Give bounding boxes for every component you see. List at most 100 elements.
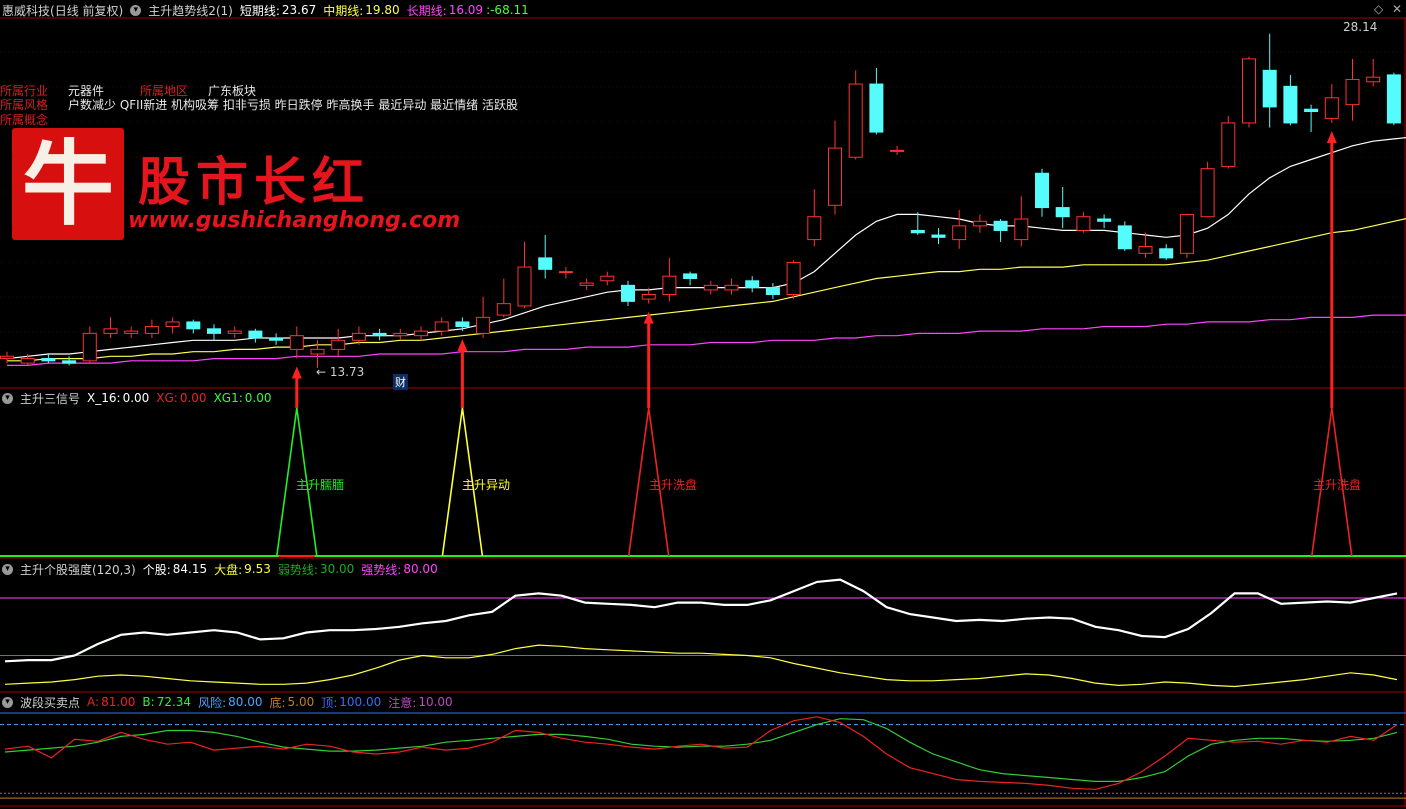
candle-body <box>434 321 449 332</box>
finance-marker[interactable]: 财 <box>393 374 408 390</box>
stock-strength-label: 个股: <box>142 562 171 577</box>
risk-value: 80.00 <box>228 695 263 709</box>
short-value: 23.67 <box>281 3 317 17</box>
xg1-value: 0.00 <box>244 391 272 405</box>
stock-name: 惠威科技 <box>2 3 51 18</box>
candle-body <box>807 216 822 241</box>
bottom-value: 5.00 <box>287 695 315 709</box>
top-label: 顶: <box>321 695 338 710</box>
candle-body <box>227 330 242 334</box>
panel3-title: 主升个股强度(120,3) <box>20 562 136 577</box>
x16-value: 0.00 <box>122 391 150 405</box>
candle-body <box>952 225 967 241</box>
candle-body <box>331 339 346 350</box>
candle-body <box>703 284 718 291</box>
short-label: 短期线: <box>239 3 280 18</box>
a-value: 81.00 <box>101 695 136 709</box>
candle-body <box>269 337 284 341</box>
strong-value: 80.00 <box>403 562 438 576</box>
market-value: 9.53 <box>244 562 271 576</box>
candle-body <box>1200 168 1215 218</box>
candle-body <box>972 220 987 227</box>
indicator-menu-icon[interactable]: ▾ <box>130 4 142 16</box>
candle-body <box>124 330 139 334</box>
candle-body <box>786 261 801 296</box>
candle-body <box>1138 245 1153 254</box>
signal-arrow-head <box>1326 130 1337 143</box>
candle-body <box>828 147 842 206</box>
close-panel-icon[interactable]: ✕ <box>1392 2 1402 16</box>
candle-body <box>745 280 760 289</box>
xg1-label: XG1: <box>213 391 243 405</box>
header-bar: 惠威科技 (日线 前复权) ▾ 主升趋势线2(1) 短期线: 23.67 中期线… <box>2 3 529 18</box>
candle-body <box>1076 216 1091 231</box>
logo-badge: 牛 <box>12 128 124 240</box>
candle-body <box>993 220 1008 231</box>
candle-body <box>558 271 573 274</box>
strong-label: 强势线: <box>361 562 402 577</box>
high-price-label: 28.14 <box>1343 20 1378 34</box>
xg-label: XG: <box>156 391 178 405</box>
indicator-name: 主升趋势线2(1) <box>148 3 233 18</box>
panel3-menu-icon[interactable]: ▾ <box>2 563 13 575</box>
candle-body <box>1117 225 1132 250</box>
mid-label: 中期线: <box>323 3 364 18</box>
style-value: 户数减少 QFII新进 机构吸筹 扣非亏损 昨日跌停 昨高换手 最近异动 最近情… <box>68 98 518 112</box>
long-value: 16.09 <box>448 3 484 17</box>
logo-name: 股市长红 <box>138 152 371 213</box>
ma-long-line <box>7 314 1406 366</box>
logo-url: www.gushichanghong.com <box>128 208 461 233</box>
candle-body <box>1221 122 1236 167</box>
signal-arrow-head <box>291 366 302 379</box>
candle-body <box>724 284 739 291</box>
candle-body <box>496 303 511 316</box>
panel4-header: ▾ 波段买卖点 A: 81.00 B: 72.34 风险: 80.00 底: 5… <box>2 695 453 710</box>
top-value: 100.00 <box>339 695 382 709</box>
candle-body <box>931 234 946 238</box>
candle-body <box>1159 248 1174 259</box>
xg-value: 0.00 <box>179 391 207 405</box>
candle-body <box>476 316 491 334</box>
candle-body <box>1262 69 1277 108</box>
signal-arrow-head <box>457 339 468 352</box>
candle-body <box>455 321 470 328</box>
candle-body <box>289 335 304 350</box>
candle-body <box>82 332 97 362</box>
risk-label: 风险: <box>198 695 227 710</box>
candle-body <box>1179 213 1194 254</box>
panel4-title: 波段买卖点 <box>20 695 81 710</box>
low-price-value: 13.73 <box>329 365 365 379</box>
candle-body <box>372 332 387 337</box>
panel2-menu-icon[interactable]: ▾ <box>2 392 13 404</box>
bottom-label: 底: <box>269 695 286 710</box>
signal-label-3: 主升洗盘 <box>649 478 698 492</box>
b-label: B: <box>142 695 155 709</box>
panel3-header: ▾ 主升个股强度(120,3) 个股: 84.15 大盘: 9.53 弱势线: … <box>2 562 438 577</box>
candle-body <box>207 328 221 334</box>
panel2-title: 主升三信号 <box>20 391 81 406</box>
candle-body <box>869 83 884 133</box>
candle-body <box>1386 74 1401 124</box>
candle-body <box>538 257 553 270</box>
candle-body <box>890 149 905 152</box>
panel4-menu-icon[interactable]: ▾ <box>2 696 13 708</box>
a-label: A: <box>87 695 100 709</box>
candle-body <box>62 360 77 364</box>
signal-label-2: 主升异动 <box>462 478 511 492</box>
b-value: 72.34 <box>156 695 192 709</box>
panel2-header: ▾ 主升三信号 X_16: 0.00 XG: 0.00 XG1: 0.00 <box>2 391 272 406</box>
expand-icon[interactable]: ◇ <box>1374 2 1383 16</box>
attention-value: 10.00 <box>418 695 453 709</box>
candle-body <box>765 287 780 296</box>
weak-label: 弱势线: <box>277 562 318 577</box>
low-price-label: ← 13.73 <box>316 365 365 379</box>
candle-body <box>1055 207 1070 218</box>
period-label: (日线 前复权) <box>50 3 124 18</box>
candle-body <box>1035 172 1049 209</box>
wave-a-line <box>4 716 1398 790</box>
candle-body <box>248 330 263 339</box>
candle-body <box>1345 78 1360 106</box>
logo-char: 牛 <box>21 130 114 238</box>
candle-body <box>579 282 594 286</box>
concept-label: 所属概念 <box>0 113 49 127</box>
